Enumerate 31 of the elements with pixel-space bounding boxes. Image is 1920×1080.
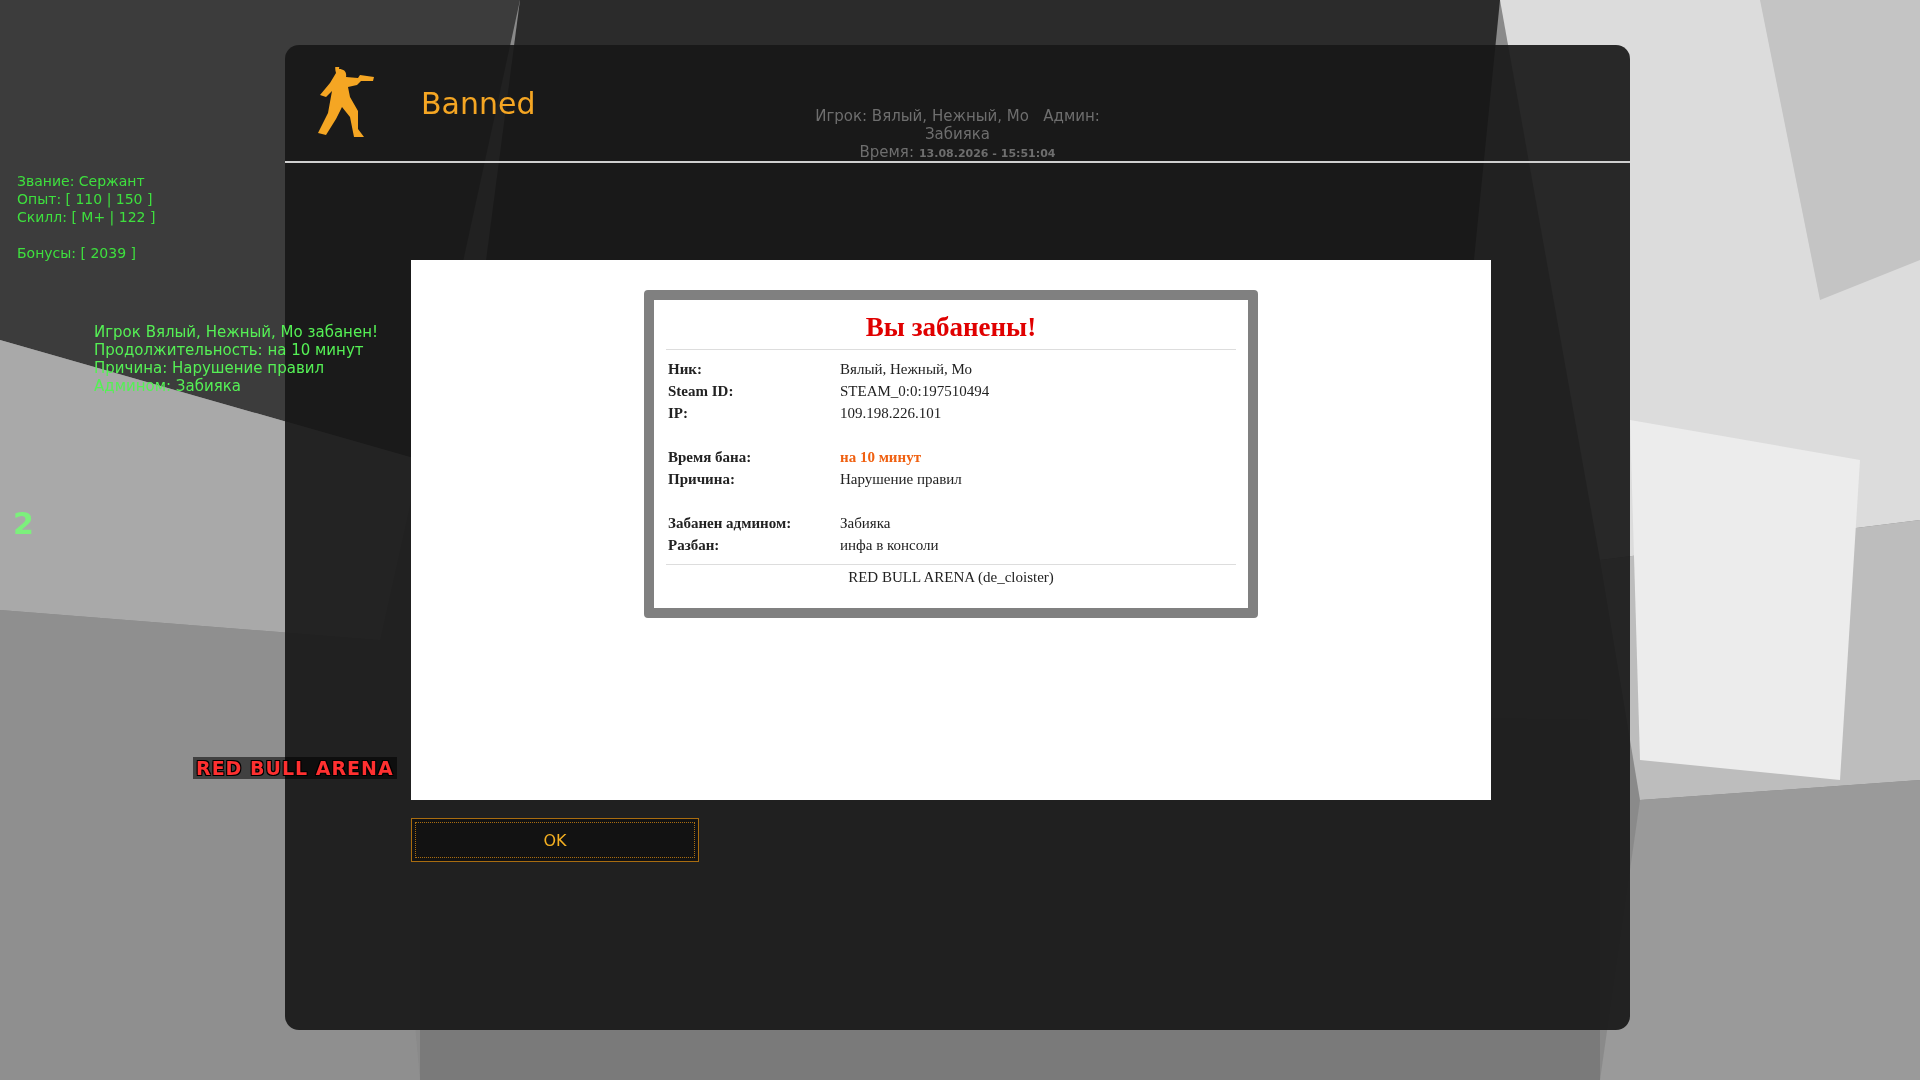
field-value: Забияка bbox=[840, 514, 892, 533]
field-value: на 10 минут bbox=[840, 448, 922, 467]
admin-name: Забияка bbox=[924, 125, 991, 143]
field-label: Время бана: bbox=[668, 448, 753, 467]
field-value: Нарушение правил bbox=[840, 470, 963, 489]
field-label: IP: bbox=[668, 404, 689, 423]
field-label: Steam ID: bbox=[668, 382, 735, 401]
time-value: 13.08.2026 - 15:51:04 bbox=[918, 146, 1056, 162]
ammo-counter: 2 bbox=[13, 506, 34, 541]
player-stat: Опыт: [ 110 | 150 ] bbox=[17, 190, 154, 208]
field-label: Ник: bbox=[668, 360, 703, 379]
field-value: инфа в консоли bbox=[840, 536, 940, 555]
server-name: RED BULL ARENA (de_cloister) bbox=[847, 568, 1055, 587]
dialog-title: Banned bbox=[421, 85, 536, 121]
player-stat: Звание: Сержант bbox=[17, 172, 146, 190]
bonus-counter: Бонусы: [ 2039 ] bbox=[17, 244, 137, 262]
player-stat: Скилл: [ M+ | 122 ] bbox=[17, 208, 156, 226]
chat-message: Админом: Забияка bbox=[94, 377, 242, 395]
chat-message: Игрок Вялый, Нежный, Мо забанен! bbox=[94, 323, 378, 341]
field-value: Вялый, Нежный, Мо bbox=[840, 360, 973, 379]
field-label: Разбан: bbox=[668, 536, 721, 555]
chat-message: Причина: Нарушение правил bbox=[94, 359, 326, 377]
ok-button[interactable]: OK bbox=[411, 818, 699, 862]
ban-heading: Вы забанены! bbox=[666, 300, 1236, 350]
chat-message: Продолжительность: на 10 минут bbox=[94, 341, 365, 359]
player-info: Игрок: Вялый, Нежный, Мо Админ: bbox=[815, 107, 1100, 125]
field-label: Забанен админом: bbox=[668, 514, 793, 533]
field-value: 109.198.226.101 bbox=[840, 404, 943, 423]
field-label: Причина: bbox=[668, 470, 736, 489]
time-label: Время: bbox=[859, 143, 914, 161]
field-value: STEAM_0:0:197510494 bbox=[840, 382, 991, 401]
